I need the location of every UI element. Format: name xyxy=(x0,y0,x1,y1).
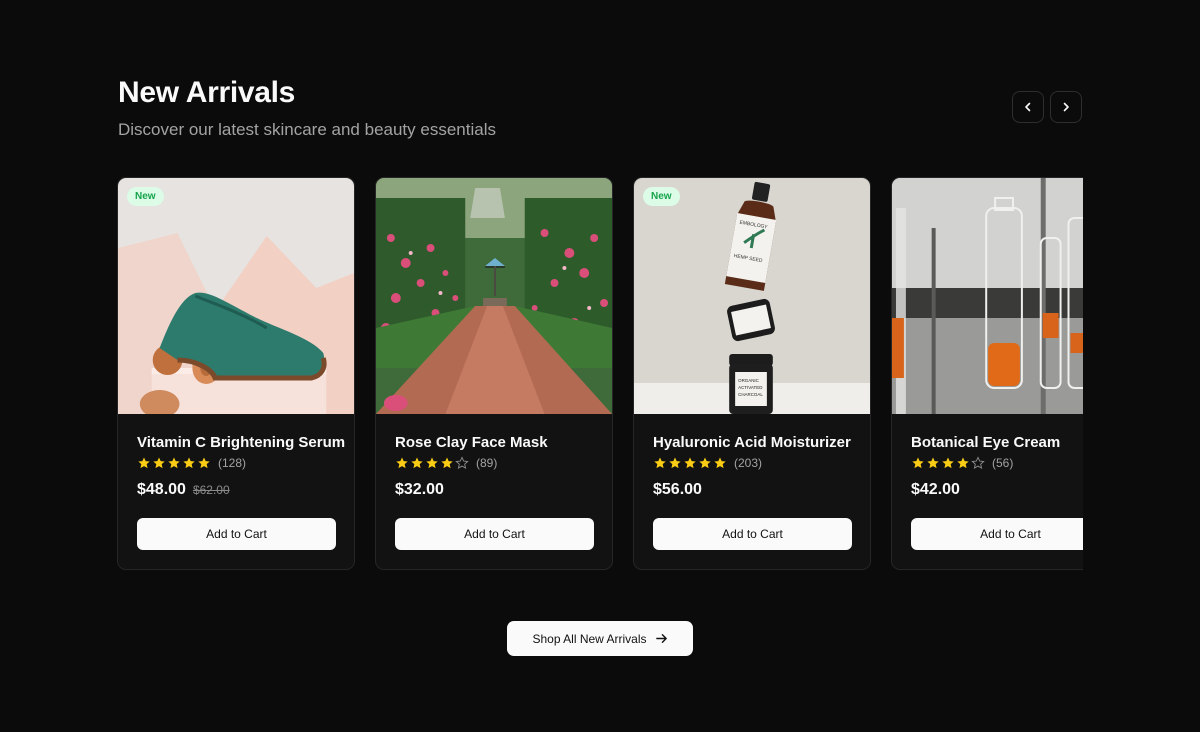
star-filled-icon xyxy=(942,457,954,469)
star-filled-icon xyxy=(426,457,438,469)
star-filled-icon xyxy=(153,457,165,469)
star-filled-icon xyxy=(669,457,681,469)
chevron-left-icon xyxy=(1025,102,1031,112)
star-filled-icon xyxy=(654,457,666,469)
star-filled-icon xyxy=(957,457,969,469)
star-filled-icon xyxy=(168,457,180,469)
new-badge: New xyxy=(127,187,164,206)
product-price: $32.00 xyxy=(395,481,444,498)
jar-label-line-3: CHARCOAL xyxy=(738,392,763,397)
section-title: New Arrivals xyxy=(118,76,296,109)
star-rating xyxy=(395,456,469,470)
test-tubes-image xyxy=(892,178,1083,414)
star-rating xyxy=(653,456,727,470)
arrow-right-icon xyxy=(655,634,667,643)
price-row: $48.00 $62.00 xyxy=(137,481,335,499)
add-to-cart-button[interactable]: Add to Cart xyxy=(911,518,1083,550)
star-filled-icon xyxy=(411,457,423,469)
jar-label-line-1: ORGANIC xyxy=(738,378,760,383)
price-row: $56.00 xyxy=(653,481,851,499)
add-to-cart-button[interactable]: Add to Cart xyxy=(653,518,852,550)
jar-label-line-2: ACTIVATED xyxy=(738,385,763,390)
shop-all-label: Shop All New Arrivals xyxy=(532,631,647,646)
product-name[interactable]: Vitamin C Brightening Serum xyxy=(137,434,345,452)
review-count: (203) xyxy=(734,456,763,470)
product-image[interactable] xyxy=(376,178,612,414)
star-filled-icon xyxy=(441,457,453,469)
product-rating: (203) xyxy=(653,456,851,470)
star-filled-icon xyxy=(396,457,408,469)
star-filled-icon xyxy=(714,457,726,469)
section-header: New Arrivals Discover our latest skincar… xyxy=(118,76,496,141)
section-subtitle: Discover our latest skincare and beauty … xyxy=(118,120,496,139)
product-rating: (56) xyxy=(911,456,1083,470)
product-info: Rose Clay Face Mask (89) $32.00 xyxy=(376,414,612,499)
product-card[interactable]: Rose Clay Face Mask (89) $32.00 Add to C… xyxy=(375,177,613,570)
star-rating xyxy=(137,456,211,470)
product-price: $56.00 xyxy=(653,481,702,498)
original-price: $62.00 xyxy=(192,483,230,497)
add-to-cart-button[interactable]: Add to Cart xyxy=(137,518,336,550)
skincare-jars-image: EMBOLOGY HEMP SEED ORGANIC ACTIVATED CHA… xyxy=(634,178,870,414)
product-carousel[interactable]: New Vitamin C Brightening Serum (128) $4… xyxy=(117,177,1083,571)
product-name[interactable]: Hyaluronic Acid Moisturizer xyxy=(653,434,851,452)
star-filled-icon xyxy=(183,457,195,469)
star-filled-icon xyxy=(912,457,924,469)
price-row: $42.00 xyxy=(911,481,1083,499)
review-count: (128) xyxy=(218,456,247,470)
product-info: Vitamin C Brightening Serum (128) $48.00… xyxy=(118,414,354,499)
new-badge: New xyxy=(643,187,680,206)
star-filled-icon xyxy=(684,457,696,469)
product-image[interactable]: EMBOLOGY HEMP SEED ORGANIC ACTIVATED CHA… xyxy=(634,178,870,414)
star-filled-icon xyxy=(198,457,210,469)
product-track: New Vitamin C Brightening Serum (128) $4… xyxy=(117,177,1083,570)
product-name[interactable]: Rose Clay Face Mask xyxy=(395,434,593,452)
star-filled-icon xyxy=(138,457,150,469)
review-count: (89) xyxy=(476,456,498,470)
carousel-nav xyxy=(1012,91,1082,123)
star-empty-icon xyxy=(971,456,985,469)
chevron-right-icon xyxy=(1063,102,1069,112)
star-empty-icon xyxy=(455,456,469,469)
product-image[interactable]: New xyxy=(118,178,354,414)
star-filled-icon xyxy=(699,457,711,469)
product-rating: (89) xyxy=(395,456,593,470)
product-card[interactable]: New Vitamin C Brightening Serum (128) $4… xyxy=(117,177,355,570)
shoe-image xyxy=(118,178,354,414)
product-name[interactable]: Botanical Eye Cream xyxy=(911,434,1083,452)
product-info: Hyaluronic Acid Moisturizer (203) $56.00 xyxy=(634,414,870,499)
product-price: $42.00 xyxy=(911,481,960,498)
product-rating: (128) xyxy=(137,456,335,470)
add-to-cart-button[interactable]: Add to Cart xyxy=(395,518,594,550)
garden-image xyxy=(376,178,612,414)
product-info: Botanical Eye Cream (56) $42.00 xyxy=(892,414,1083,499)
carousel-prev-button[interactable] xyxy=(1012,91,1044,123)
star-filled-icon xyxy=(927,457,939,469)
product-price: $48.00 xyxy=(137,481,186,498)
shop-all-button[interactable]: Shop All New Arrivals xyxy=(507,621,693,656)
carousel-next-button[interactable] xyxy=(1050,91,1082,123)
price-row: $32.00 xyxy=(395,481,593,499)
product-image[interactable] xyxy=(892,178,1083,414)
product-card[interactable]: EMBOLOGY HEMP SEED ORGANIC ACTIVATED CHA… xyxy=(633,177,871,570)
star-rating xyxy=(911,456,985,470)
product-card[interactable]: Botanical Eye Cream (56) $42.00 Add to C… xyxy=(891,177,1083,570)
review-count: (56) xyxy=(992,456,1014,470)
